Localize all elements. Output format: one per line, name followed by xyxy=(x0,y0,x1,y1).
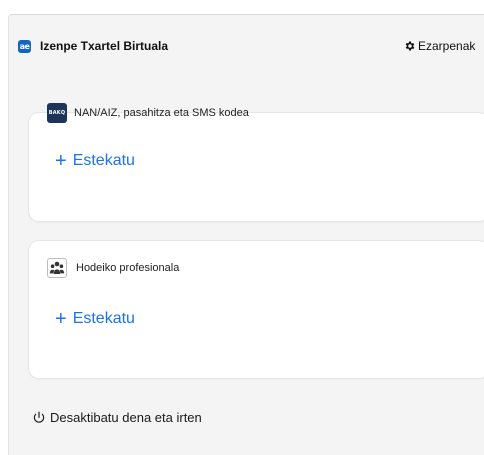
link-label: Estekatu xyxy=(72,152,135,169)
gear-icon xyxy=(405,41,415,51)
settings-button[interactable]: Ezarpenak xyxy=(404,36,475,56)
plus-icon: + xyxy=(55,308,67,330)
deactivate-label: Desaktibatu dena eta irten xyxy=(50,410,202,425)
main-panel xyxy=(8,14,484,455)
bakq-icon: BAKQ xyxy=(47,103,67,123)
plus-icon: + xyxy=(55,150,67,172)
settings-label: Ezarpenak xyxy=(418,39,476,53)
card-title: Hodeiko profesionala xyxy=(76,262,180,274)
deactivate-all-button[interactable]: Desaktibatu dena eta irten xyxy=(32,410,202,425)
app-logo-icon: ae xyxy=(18,39,31,53)
link-bakq-button[interactable]: + Estekatu xyxy=(55,151,135,171)
app-title: Izenpe Txartel Birtuala xyxy=(40,39,169,53)
link-label: Estekatu xyxy=(72,310,135,327)
people-group-icon xyxy=(47,258,67,278)
link-cloud-button[interactable]: + Estekatu xyxy=(55,309,135,329)
card-header-cloud: Hodeiko profesionala xyxy=(47,258,179,278)
card-header-bakq: BAKQ NAN/AIZ, pasahitza eta SMS kodea xyxy=(47,103,249,123)
card-title: NAN/AIZ, pasahitza eta SMS kodea xyxy=(74,107,249,119)
power-icon xyxy=(33,411,45,423)
